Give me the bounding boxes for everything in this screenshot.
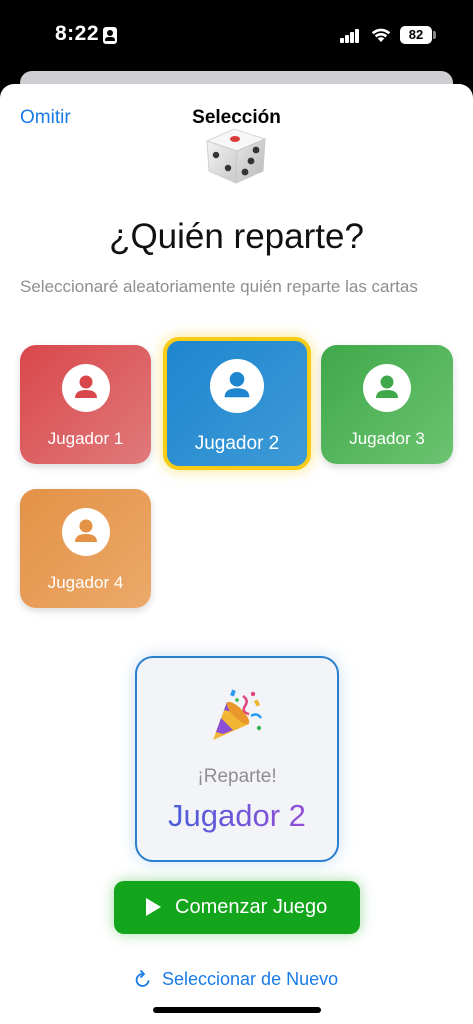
status-time: 8:22 [55, 22, 100, 45]
reselect-button[interactable]: Seleccionar de Nuevo [133, 968, 343, 994]
party-popper-icon [213, 689, 263, 740]
wifi-icon [371, 28, 391, 42]
person-icon [61, 364, 110, 412]
player-card-2[interactable]: Jugador 2 [163, 337, 311, 470]
subtitle-text: Seleccionaré aleatoriamente quién repart… [20, 277, 418, 296]
player-name: Jugador 1 [47, 429, 124, 448]
result-card: ¡Reparte! Jugador 2 [135, 656, 339, 862]
player-card-4[interactable]: Jugador 4 [20, 489, 151, 608]
person-icon [363, 364, 411, 412]
battery-indicator: 82 [400, 26, 432, 44]
cellular-signal-icon [340, 28, 360, 43]
winner-name: Jugador 2 [137, 798, 337, 834]
player-name: Jugador 3 [349, 429, 425, 448]
player-card-3[interactable]: Jugador 3 [321, 345, 453, 464]
screen: 8:22 82 Omitir Selección ¿Quién reparte?… [0, 0, 473, 1024]
contact-card-icon [103, 27, 117, 44]
player-name: Jugador 2 [194, 433, 280, 454]
battery-cap [433, 31, 436, 39]
player-card-1[interactable]: Jugador 1 [20, 345, 151, 464]
reselect-label: Seleccionar de Nuevo [162, 969, 339, 989]
player-name: Jugador 4 [47, 573, 124, 592]
deal-label: ¡Reparte! [197, 766, 277, 787]
start-game-label: Comenzar Juego [175, 896, 328, 918]
status-bar: 8:22 82 [0, 0, 473, 70]
home-indicator [153, 1007, 321, 1013]
selection-sheet: Omitir Selección ¿Quién reparte? Selecci… [0, 84, 473, 1024]
dice-icon [205, 128, 267, 184]
start-game-button[interactable]: Comenzar Juego [114, 881, 360, 934]
play-icon [146, 898, 161, 916]
refresh-icon [135, 970, 150, 987]
question-heading: ¿Quién reparte? [109, 217, 364, 256]
person-icon [61, 508, 110, 556]
person-icon [210, 359, 264, 413]
